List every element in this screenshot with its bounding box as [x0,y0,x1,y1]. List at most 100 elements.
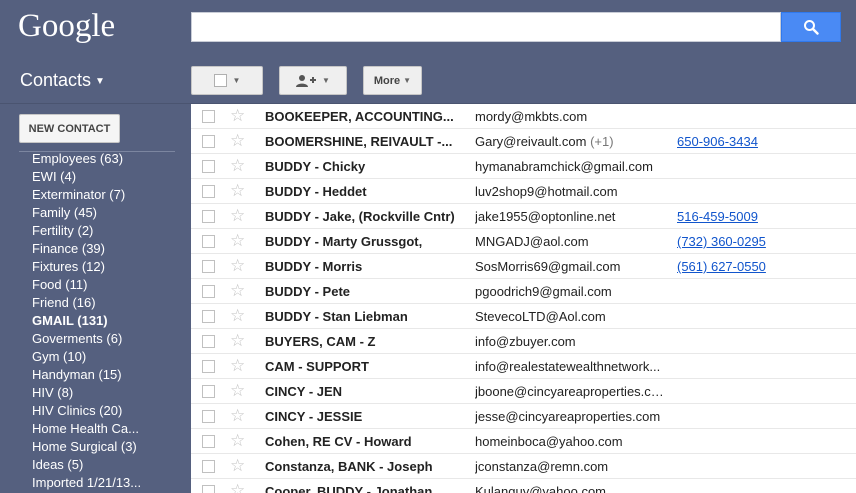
contact-row[interactable]: ☆ CINCY - JEN jboone@cincyareaproperties.c… [191,379,856,404]
search-button[interactable] [781,12,841,42]
contact-row[interactable]: ☆ BUYERS, CAM - Z info@zbuyer.com [191,329,856,354]
row-checkbox[interactable] [202,285,215,298]
contact-email[interactable]: jboone@cincyareaproperties.com [475,384,665,399]
sidebar-group-item[interactable]: Finance (39) [32,240,182,258]
contact-email[interactable]: pgoodrich9@gmail.com [475,284,665,299]
contact-phone-link[interactable]: (732) 360-0295 [677,234,766,249]
contact-email[interactable]: jesse@cincyareaproperties.com [475,409,665,424]
sidebar-group-item[interactable]: Exterminator (7) [32,186,182,204]
row-checkbox[interactable] [202,185,215,198]
contact-phone-link[interactable]: 516-459-5009 [677,209,758,224]
star-icon[interactable]: ☆ [230,431,245,451]
contact-email[interactable]: mordy@mkbts.com [475,109,665,124]
more-button[interactable]: More ▼ [363,66,422,95]
star-icon[interactable]: ☆ [230,456,245,476]
row-checkbox[interactable] [202,410,215,423]
contact-row[interactable]: ☆ BOOMERSHINE, REIVAULT -... Gary@reivault… [191,129,856,154]
contact-name[interactable]: BOOKEEPER, ACCOUNTING... [265,109,463,124]
star-icon[interactable]: ☆ [230,281,245,301]
row-checkbox[interactable] [202,110,215,123]
contact-row[interactable]: ☆ CINCY - JESSIE jesse@cincyareaproperties… [191,404,856,429]
contact-row[interactable]: ☆ Cohen, RE CV - Howard homeinboca@yahoo.c… [191,429,856,454]
sidebar-group-item[interactable]: Friend (16) [32,294,182,312]
contact-name[interactable]: BUDDY - Morris [265,259,463,274]
row-checkbox[interactable] [202,210,215,223]
contacts-menu[interactable]: Contacts ▼ [20,70,105,91]
contact-row[interactable]: ☆ BUDDY - Chicky hymanabramchick@gmail.com [191,154,856,179]
sidebar-group-item[interactable]: HIV Clinics (20) [32,402,182,420]
sidebar-group-item[interactable]: Employees (63) [32,150,182,168]
row-checkbox[interactable] [202,360,215,373]
sidebar-group-item[interactable]: Home Surgical (3) [32,438,182,456]
star-icon[interactable]: ☆ [230,481,245,493]
row-checkbox[interactable] [202,310,215,323]
contact-row[interactable]: ☆ BUDDY - Marty Grussgot, MNGADJ@aol.com (7… [191,229,856,254]
row-checkbox[interactable] [202,160,215,173]
contact-name[interactable]: CINCY - JEN [265,384,463,399]
contact-name[interactable]: BUDDY - Stan Liebman [265,309,463,324]
contact-name[interactable]: Cohen, RE CV - Howard [265,434,463,449]
contact-email[interactable]: Gary@reivault.com (+1) [475,134,665,149]
add-to-group-button[interactable]: ▼ [279,66,347,95]
contact-name[interactable]: Constanza, BANK - Joseph [265,459,463,474]
sidebar-group-item[interactable]: Family (45) [32,204,182,222]
sidebar-group-item[interactable]: Home Health Ca... [32,420,182,438]
contact-row[interactable]: ☆ BUDDY - Morris SosMorris69@gmail.com (561… [191,254,856,279]
row-checkbox[interactable] [202,460,215,473]
contact-name[interactable]: CINCY - JESSIE [265,409,463,424]
row-checkbox[interactable] [202,385,215,398]
contact-email[interactable]: Kulanguy@yahoo.com [475,484,665,493]
sidebar-group-item[interactable]: Ideas (5) [32,456,182,474]
star-icon[interactable]: ☆ [230,406,245,426]
row-checkbox[interactable] [202,235,215,248]
contact-email[interactable]: info@zbuyer.com [475,334,665,349]
contact-row[interactable]: ☆ BUDDY - Jake, (Rockville Cntr) jake1955@… [191,204,856,229]
row-checkbox[interactable] [202,335,215,348]
contact-name[interactable]: BUYERS, CAM - Z [265,334,463,349]
contact-name[interactable]: BOOMERSHINE, REIVAULT -... [265,134,463,149]
star-icon[interactable]: ☆ [230,306,245,326]
row-checkbox[interactable] [202,485,215,493]
row-checkbox[interactable] [202,135,215,148]
contact-name[interactable]: BUDDY - Pete [265,284,463,299]
search-input[interactable] [191,12,781,42]
star-icon[interactable]: ☆ [230,381,245,401]
contact-row[interactable]: ☆ BUDDY - Pete pgoodrich9@gmail.com [191,279,856,304]
contact-email[interactable]: StevecoLTD@Aol.com [475,309,665,324]
row-checkbox[interactable] [202,435,215,448]
contact-row[interactable]: ☆ BOOKEEPER, ACCOUNTING... mordy@mkbts.com [191,104,856,129]
contact-row[interactable]: ☆ BUDDY - Heddet luv2shop9@hotmail.com [191,179,856,204]
contact-row[interactable]: ☆ Cooper, BUDDY - Jonathan Kulanguy@yahoo.… [191,479,856,493]
sidebar-group-item[interactable]: Food (11) [32,276,182,294]
contact-row[interactable]: ☆ BUDDY - Stan Liebman StevecoLTD@Aol.com [191,304,856,329]
contact-phone-link[interactable]: (561) 627-0550 [677,259,766,274]
row-checkbox[interactable] [202,260,215,273]
sidebar-group-item[interactable]: Fertility (2) [32,222,182,240]
star-icon[interactable]: ☆ [230,231,245,251]
contact-email[interactable]: jconstanza@remn.com [475,459,665,474]
contact-email[interactable]: MNGADJ@aol.com [475,234,665,249]
contact-email[interactable]: jake1955@optonline.net [475,209,665,224]
contact-email[interactable]: info@realestatewealthnetwork... [475,359,665,374]
sidebar-group-item[interactable]: Goverments (6) [32,330,182,348]
sidebar-group-item[interactable]: Fixtures (12) [32,258,182,276]
star-icon[interactable]: ☆ [230,181,245,201]
contact-name[interactable]: Cooper, BUDDY - Jonathan [265,484,463,493]
star-icon[interactable]: ☆ [230,256,245,276]
contact-row[interactable]: ☆ Constanza, BANK - Joseph jconstanza@remn… [191,454,856,479]
new-contact-button[interactable]: NEW CONTACT [19,114,120,143]
select-all-button[interactable]: ▼ [191,66,263,95]
sidebar-group-item[interactable]: EWI (4) [32,168,182,186]
contact-email[interactable]: luv2shop9@hotmail.com [475,184,665,199]
google-logo[interactable]: Google [18,8,115,45]
contact-email[interactable]: SosMorris69@gmail.com [475,259,665,274]
contact-name[interactable]: CAM - SUPPORT [265,359,463,374]
star-icon[interactable]: ☆ [230,106,245,126]
contact-phone-link[interactable]: 650-906-3434 [677,134,758,149]
star-icon[interactable]: ☆ [230,356,245,376]
sidebar-group-item[interactable]: HIV (8) [32,384,182,402]
contact-row[interactable]: ☆ CAM - SUPPORT info@realestatewealthnetwo… [191,354,856,379]
sidebar-group-item[interactable]: Gym (10) [32,348,182,366]
sidebar-group-item[interactable]: GMAIL (131) [32,312,182,330]
star-icon[interactable]: ☆ [230,131,245,151]
